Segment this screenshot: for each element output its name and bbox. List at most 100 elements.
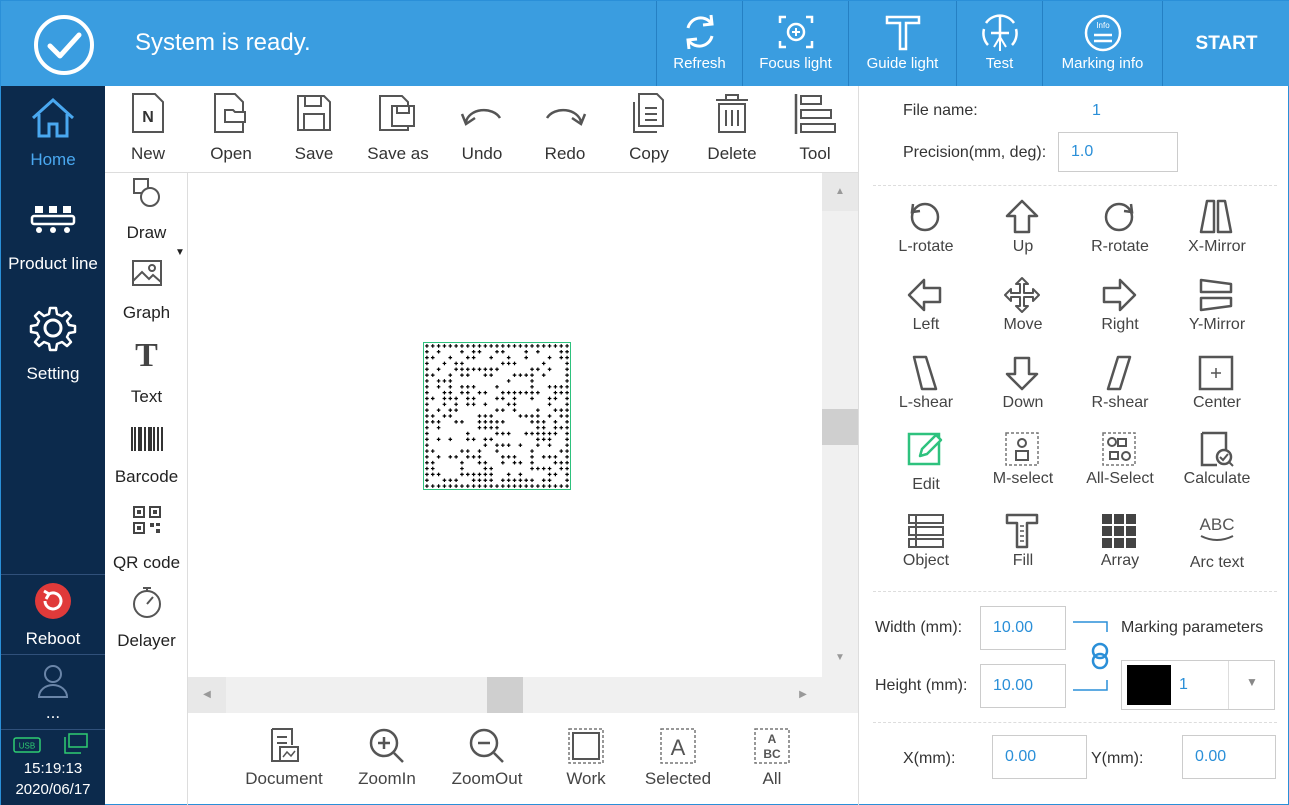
width-label: Width (mm): (875, 619, 963, 636)
scroll-down-icon[interactable]: ▼ (822, 639, 858, 677)
save-button[interactable]: Save (272, 92, 356, 164)
qr-code-button[interactable]: QR code (105, 505, 188, 573)
l-shear-button[interactable]: L-shear (876, 354, 976, 412)
zoom-in-label: ZoomIn (358, 769, 416, 788)
sidebar: Home Product line Setting Reboot ... USB… (1, 86, 105, 805)
delete-button[interactable]: Delete (690, 92, 774, 164)
document-icon (271, 728, 299, 762)
array-button[interactable]: Array (1070, 512, 1170, 570)
operation-label: Arc text (1189, 554, 1245, 571)
down-button[interactable]: Down (973, 354, 1073, 412)
x-input[interactable]: 0.00 (992, 735, 1087, 779)
zoom-out-button[interactable]: ZoomOut (437, 727, 537, 789)
sidebar-item-setting[interactable]: Setting (1, 304, 105, 402)
vertical-scrollbar[interactable]: ▲ ▼ (822, 173, 858, 677)
focus-light-label: Focus light (759, 55, 832, 72)
up-button[interactable]: Up (973, 198, 1073, 256)
parameter-color-swatch (1127, 665, 1171, 705)
open-button[interactable]: Open (189, 92, 273, 164)
copy-button[interactable]: Copy (607, 92, 691, 164)
focus-light-button[interactable]: Focus light (742, 1, 848, 86)
sidebar-item-product-line[interactable]: Product line (1, 200, 105, 298)
l-rotate-button[interactable]: L-rotate (876, 198, 976, 256)
refresh-button[interactable]: Refresh (656, 1, 742, 86)
selected-view-button[interactable]: A Selected (628, 727, 728, 789)
gear-icon (29, 306, 77, 352)
edit-button[interactable]: Edit (876, 430, 976, 494)
draw-button[interactable]: Draw ▼ (105, 177, 188, 258)
work-view-button[interactable]: Work (536, 727, 636, 789)
center-button[interactable]: Center (1167, 354, 1267, 412)
redo-button[interactable]: Redo (523, 92, 607, 164)
move-button[interactable]: Move (973, 276, 1073, 334)
text-button[interactable]: T Text (105, 337, 188, 407)
svg-text:A: A (768, 732, 777, 746)
vertical-scroll-thumb[interactable] (822, 409, 858, 445)
redo-label: Redo (544, 144, 586, 163)
sidebar-item-home[interactable]: Home (1, 96, 105, 188)
link-aspect-icon[interactable] (1071, 620, 1111, 692)
undo-icon (460, 108, 502, 126)
barcode-button[interactable]: Barcode (105, 425, 188, 487)
edit-icon (907, 432, 943, 466)
right-button[interactable]: Right (1070, 276, 1170, 334)
qr-code-object[interactable] (423, 342, 571, 490)
width-input[interactable]: 10.00 (980, 606, 1066, 650)
all-select-button[interactable]: All-Select (1070, 430, 1170, 488)
document-button[interactable]: Document (234, 727, 334, 789)
save-icon (297, 95, 331, 131)
reboot-icon (35, 583, 71, 619)
chevron-down-icon[interactable]: ▼ (1232, 675, 1272, 689)
file-name-label: File name: (903, 102, 978, 119)
scroll-left-icon[interactable]: ◀ (188, 677, 226, 713)
r-shear-button[interactable]: R-shear (1070, 354, 1170, 412)
x-mirror-button[interactable]: X-Mirror (1167, 198, 1267, 256)
svg-text:A: A (671, 735, 686, 760)
scroll-right-icon[interactable]: ▶ (784, 677, 822, 713)
horizontal-scroll-thumb[interactable] (487, 677, 523, 713)
guide-light-button[interactable]: Guide light (848, 1, 956, 86)
height-input[interactable]: 10.00 (980, 664, 1066, 708)
r-rotate-button[interactable]: R-rotate (1070, 198, 1170, 256)
undo-button[interactable]: Undo (440, 92, 524, 164)
test-button[interactable]: Test (956, 1, 1042, 86)
all-view-button[interactable]: A BC All (722, 727, 822, 789)
graph-button[interactable]: Graph (105, 259, 188, 323)
marking-parameter-select[interactable]: 1 ▼ (1121, 660, 1275, 710)
horizontal-scrollbar[interactable]: ◀ ▶ (188, 677, 822, 713)
marking-info-button[interactable]: Info Marking info (1042, 1, 1162, 86)
document-label: Document (245, 769, 323, 788)
sidebar-item-user[interactable]: ... (1, 654, 105, 729)
marking-info-label: Marking info (1061, 55, 1144, 72)
m-select-button[interactable]: M-select (973, 430, 1073, 488)
y-mirror-button[interactable]: Y-Mirror (1167, 276, 1267, 334)
precision-input[interactable]: 1.0 (1058, 132, 1178, 172)
delayer-button[interactable]: Delayer (105, 585, 188, 651)
start-button[interactable]: START (1162, 1, 1289, 86)
new-button[interactable]: N New (106, 92, 190, 164)
test-icon (981, 14, 1018, 51)
y-input[interactable]: 0.00 (1182, 735, 1276, 779)
height-label: Height (mm): (875, 677, 968, 694)
marking-info-icon: Info (1084, 14, 1121, 52)
file-name-value: 1 (1092, 102, 1101, 119)
arc-text-button[interactable]: ABC Arc text (1167, 512, 1267, 572)
object-button[interactable]: Object (876, 512, 976, 570)
save-as-button[interactable]: Save as (356, 92, 440, 164)
dropdown-arrow-icon[interactable]: ▼ (175, 247, 185, 258)
tool-button[interactable]: Tool (773, 92, 857, 164)
sidebar-item-reboot[interactable]: Reboot (1, 574, 105, 654)
calculate-button[interactable]: Calculate (1167, 430, 1267, 488)
guide-light-icon (885, 15, 920, 51)
operation-label: All-Select (1086, 470, 1154, 487)
fill-button[interactable]: Fill (973, 512, 1073, 570)
new-label: New (130, 144, 165, 163)
zoom-in-button[interactable]: ZoomIn (337, 727, 437, 789)
product-line-icon (30, 206, 76, 233)
left-button[interactable]: Left (876, 276, 976, 334)
operation-label: X-Mirror (1188, 238, 1246, 255)
scroll-up-icon[interactable]: ▲ (822, 173, 858, 211)
design-canvas[interactable] (188, 173, 822, 677)
clock-date: 2020/06/17 (15, 781, 91, 798)
sidebar-item-label: ... (45, 703, 61, 722)
